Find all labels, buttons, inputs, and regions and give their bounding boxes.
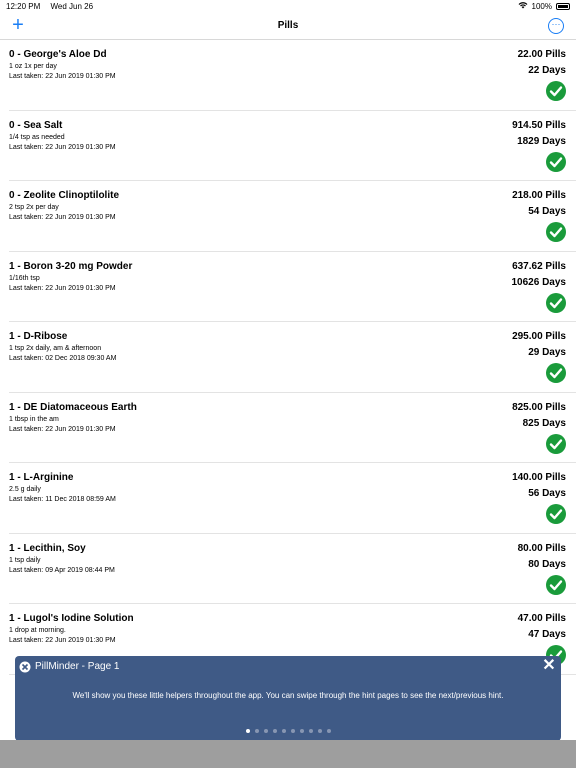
bottom-bar [0, 740, 576, 768]
pill-name: 1 - Lecithin, Soy [9, 542, 86, 554]
pill-dose: 2 tsp 2x per day [9, 204, 59, 211]
check-icon[interactable] [546, 292, 566, 313]
hint-page-indicator[interactable] [15, 729, 561, 733]
page-title: Pills [277, 20, 299, 31]
hint-page-dot[interactable] [290, 729, 295, 733]
hint-page-dot[interactable] [281, 729, 286, 733]
pill-days: 80 Days [528, 558, 566, 570]
status-time: 12:20 PM [6, 1, 41, 11]
hint-title: PillMinder - Page 1 [35, 661, 120, 672]
pill-count: 218.00 Pills [512, 190, 566, 201]
pill-days: 825 Days [522, 417, 566, 429]
pill-days: 10626 Days [511, 276, 567, 288]
pill-days: 29 Days [528, 347, 566, 358]
hint-panel[interactable]: PillMinder - Page 1 ✕ We'll show you the… [15, 656, 561, 741]
pill-name: 1 - L-Arginine [9, 472, 74, 483]
pill-list: 0 - George's Aloe Dd 1 oz 1x per day Last … [0, 40, 576, 675]
pill-last-taken: Last taken: 02 Dec 2018 09:30 AM [9, 355, 117, 362]
hint-page-dot[interactable] [245, 729, 250, 733]
check-icon[interactable] [546, 363, 566, 383]
battery-percent: 100% [531, 1, 552, 11]
pill-dose: 1 tsp 2x daily, am & afternoon [9, 345, 102, 352]
status-left: 12:20 PM Wed Jun 26 [6, 2, 101, 11]
pill-count: 637.62 Pills [512, 260, 566, 272]
hint-page-dot[interactable] [263, 729, 268, 733]
pill-row[interactable]: 1 - Lecithin, Soy 1 tsp daily Last taken: … [0, 534, 576, 605]
pill-days: 22 Days [528, 65, 566, 76]
pill-dose: 1/4 tsp as needed [9, 133, 65, 141]
pill-dose: 1/16th tsp [9, 274, 40, 282]
pill-days: 47 Days [528, 629, 566, 640]
close-icon[interactable]: ✕ [541, 658, 557, 674]
pill-name: 1 - D-Ribose [9, 331, 68, 342]
pill-row[interactable]: 0 - George's Aloe Dd 1 oz 1x per day Last … [0, 40, 576, 111]
pill-days: 54 Days [528, 206, 566, 217]
pill-dose: 1 tbsp in the am [9, 415, 59, 423]
pill-count: 22.00 Pills [517, 49, 566, 60]
add-button[interactable]: + [9, 15, 27, 35]
hint-page-dot[interactable] [299, 729, 304, 733]
pill-name: 0 - Zeolite Clinoptilolite [9, 190, 119, 201]
pill-count: 140.00 Pills [512, 472, 566, 483]
pill-row[interactable]: 0 - Zeolite Clinoptilolite 2 tsp 2x per d… [0, 181, 576, 252]
wifi-icon [518, 1, 528, 11]
pill-last-taken: Last taken: 22 Jun 2019 01:30 PM [9, 143, 116, 151]
pill-dose: 1 drop at morning. [9, 627, 66, 634]
check-icon[interactable] [546, 433, 566, 454]
check-icon[interactable] [546, 574, 566, 595]
more-button[interactable]: ··· [548, 18, 564, 34]
pill-count: 47.00 Pills [517, 613, 566, 624]
pill-name: 1 - DE Diatomaceous Earth [9, 401, 137, 413]
hint-page-dot[interactable] [254, 729, 259, 733]
pill-row[interactable]: 0 - Sea Salt 1/4 tsp as needed Last taken:… [0, 111, 576, 182]
check-icon[interactable] [546, 504, 566, 524]
pill-count: 80.00 Pills [517, 542, 566, 554]
pill-last-taken: Last taken: 11 Dec 2018 08:59 AM [9, 496, 116, 503]
pill-count: 295.00 Pills [512, 331, 566, 342]
pill-name: 1 - Lugol's Iodine Solution [9, 613, 134, 624]
pill-dose: 2.5 g daily [9, 486, 41, 493]
pill-last-taken: Last taken: 22 Jun 2019 01:30 PM [9, 637, 116, 644]
pill-name: 1 - Boron 3-20 mg Powder [9, 260, 133, 272]
pill-last-taken: Last taken: 22 Jun 2019 01:30 PM [9, 214, 116, 221]
pill-last-taken: Last taken: 22 Jun 2019 01:30 PM [9, 425, 116, 433]
pill-days: 56 Days [528, 488, 566, 499]
pill-dose: 1 tsp daily [9, 556, 41, 564]
pill-row[interactable]: 1 - D-Ribose 1 tsp 2x daily, am & afterno… [0, 322, 576, 393]
battery-icon [556, 2, 570, 10]
pill-days: 1829 Days [517, 135, 566, 147]
hint-page-dot[interactable] [272, 729, 277, 733]
pill-last-taken: Last taken: 09 Apr 2019 08:44 PM [9, 566, 115, 574]
hint-logo-icon [19, 660, 31, 673]
hint-text: We'll show you these little helpers thro… [72, 691, 504, 700]
pill-row[interactable]: 1 - Boron 3-20 mg Powder 1/16th tsp Last t… [0, 252, 576, 323]
status-date: Wed Jun 26 [50, 1, 94, 11]
pill-dose: 1 oz 1x per day [9, 63, 57, 70]
hint-page-dot[interactable] [326, 729, 331, 733]
pill-last-taken: Last taken: 22 Jun 2019 01:30 PM [9, 73, 116, 80]
pill-row[interactable]: 1 - L-Arginine 2.5 g daily Last taken: 11 … [0, 463, 576, 534]
hint-page-dot[interactable] [308, 729, 313, 733]
pill-count: 825.00 Pills [512, 401, 566, 413]
pill-last-taken: Last taken: 22 Jun 2019 01:30 PM [9, 284, 116, 292]
status-bar: 12:20 PM Wed Jun 26 100% [0, 0, 576, 12]
pill-row[interactable]: 1 - DE Diatomaceous Earth 1 tbsp in the a… [0, 393, 576, 464]
check-icon[interactable] [546, 222, 566, 242]
check-icon[interactable] [546, 81, 566, 101]
hint-page-dot[interactable] [317, 729, 322, 733]
check-icon[interactable] [546, 151, 566, 172]
nav-bar: + Pills ··· [0, 12, 576, 40]
pill-count: 914.50 Pills [512, 119, 566, 131]
status-right: 100% [518, 1, 570, 11]
pill-name: 0 - Sea Salt [9, 119, 63, 131]
pill-name: 0 - George's Aloe Dd [9, 49, 107, 60]
